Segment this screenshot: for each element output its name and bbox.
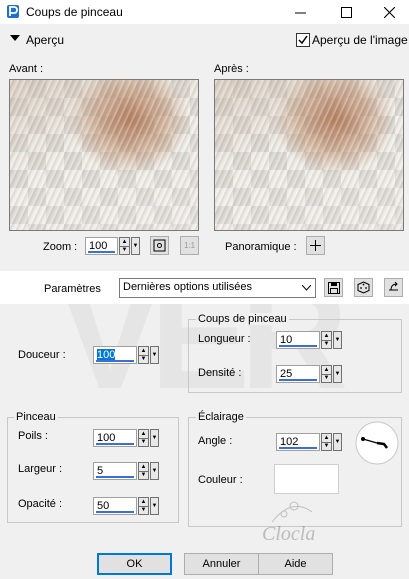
one-to-one-icon: 1:1	[183, 241, 196, 250]
longueur-input[interactable]: 10	[276, 331, 320, 349]
angle-input[interactable]: 102	[276, 433, 320, 451]
help-button[interactable]: Aide	[258, 553, 333, 575]
douceur-input[interactable]: 100	[93, 346, 137, 364]
lighting-title: Éclairage	[196, 411, 246, 423]
brush-title: Pinceau	[14, 411, 58, 423]
save-preset-button[interactable]	[324, 278, 343, 297]
poils-stepper[interactable]: ▲ ▼	[138, 429, 149, 447]
cancel-button[interactable]: Annuler	[184, 553, 259, 575]
maximize-icon	[340, 6, 352, 18]
longueur-label: Longueur :	[198, 333, 251, 345]
opacite-dropdown[interactable]: ▼	[150, 497, 159, 515]
after-label: Après :	[214, 63, 249, 75]
couleur-swatch[interactable]	[274, 464, 339, 494]
poils-label: Poils :	[18, 430, 48, 442]
largeur-dropdown[interactable]: ▼	[150, 462, 159, 480]
densite-input[interactable]: 25	[276, 365, 320, 383]
opacite-input[interactable]: 50	[93, 497, 137, 515]
close-button[interactable]	[369, 0, 409, 24]
preset-value: Dernières options utilisées	[123, 281, 253, 293]
chevron-down-icon	[302, 285, 311, 291]
pan-button[interactable]	[306, 236, 325, 255]
douceur-label: Douceur :	[18, 349, 66, 361]
longueur-stepper[interactable]: ▲ ▼	[321, 331, 332, 349]
zoom-fit-button[interactable]	[150, 236, 169, 255]
after-preview[interactable]	[214, 79, 404, 231]
window-title: Coups de pinceau	[26, 5, 123, 19]
save-icon	[327, 281, 340, 294]
image-preview-label[interactable]: Aperçu de l'image	[312, 33, 408, 47]
reset-button[interactable]	[384, 278, 403, 297]
dice-icon	[357, 281, 370, 294]
zoom-input[interactable]: 100	[85, 237, 118, 255]
brush-strokes-title: Coups de pinceau	[196, 313, 289, 325]
opacite-stepper[interactable]: ▲ ▼	[138, 497, 149, 515]
before-preview[interactable]	[9, 79, 199, 231]
angle-dropdown[interactable]: ▼	[333, 433, 342, 451]
largeur-stepper[interactable]: ▲ ▼	[138, 462, 149, 480]
move-icon	[310, 240, 321, 251]
densite-label: Densité :	[198, 367, 242, 379]
couleur-label: Couleur :	[198, 474, 243, 486]
app-icon	[7, 5, 19, 18]
signature-watermark: Clocla	[262, 523, 316, 545]
params-label: Paramètres	[44, 283, 101, 295]
collapse-arrow-icon[interactable]	[10, 35, 20, 41]
poils-dropdown[interactable]: ▼	[150, 429, 159, 447]
densite-stepper[interactable]: ▲ ▼	[321, 365, 332, 383]
checkmark-icon	[298, 35, 308, 45]
zoom-label: Zoom :	[43, 241, 78, 253]
minimize-button[interactable]	[280, 0, 320, 24]
longueur-dropdown[interactable]: ▼	[333, 331, 342, 349]
minimize-icon	[294, 12, 306, 13]
opacite-label: Opacité :	[18, 498, 63, 510]
angle-stepper[interactable]: ▲ ▼	[321, 433, 332, 451]
angle-label: Angle :	[198, 435, 233, 447]
fit-icon	[153, 239, 166, 252]
apercu-label[interactable]: Aperçu	[26, 33, 64, 47]
reset-icon	[389, 281, 398, 291]
densite-dropdown[interactable]: ▼	[333, 365, 342, 383]
image-preview-checkbox[interactable]	[296, 33, 310, 47]
douceur-dropdown[interactable]: ▼	[150, 346, 159, 364]
maximize-button[interactable]	[326, 0, 366, 24]
zoom-actual-button[interactable]: 1:1	[180, 236, 199, 255]
poils-input[interactable]: 100	[93, 429, 137, 447]
zoom-dropdown[interactable]: ▼	[131, 237, 140, 255]
largeur-label: Largeur :	[18, 463, 63, 475]
random-button[interactable]	[354, 278, 373, 297]
pan-label: Panoramique :	[225, 241, 297, 253]
douceur-stepper[interactable]: ▲ ▼	[138, 346, 149, 364]
ok-button[interactable]: OK	[97, 553, 172, 575]
angle-dial[interactable]	[354, 420, 400, 466]
close-icon	[383, 6, 395, 18]
zoom-stepper[interactable]: ▲ ▼	[119, 237, 130, 255]
before-label: Avant :	[9, 63, 44, 75]
largeur-input[interactable]: 5	[93, 462, 137, 480]
preset-select[interactable]: Dernières options utilisées	[119, 278, 316, 298]
